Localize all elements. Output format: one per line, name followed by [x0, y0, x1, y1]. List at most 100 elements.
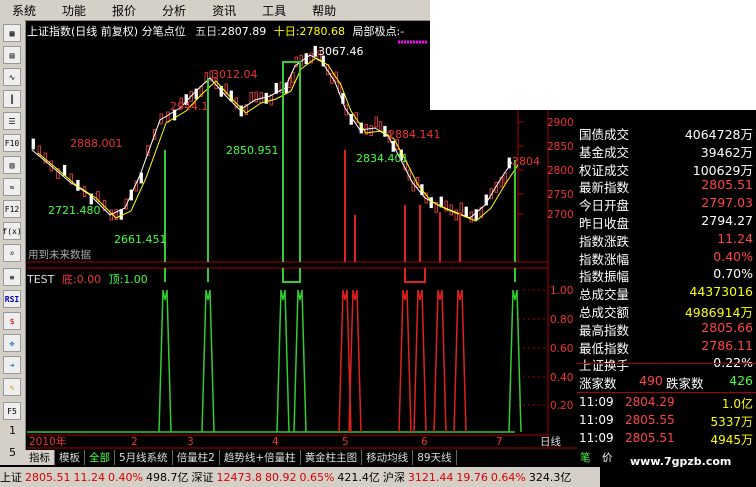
tick-button[interactable]: 笔: [580, 450, 591, 465]
indicator-box: [404, 268, 426, 283]
price-label-2944: 2944.1: [170, 100, 209, 113]
tab-5month[interactable]: 5月线系统: [115, 450, 173, 465]
tab-golden-bar[interactable]: 黄金柱主图: [301, 450, 363, 465]
info-row: 总成交额 4986914万: [577, 302, 756, 320]
indicator-bottom-spike: [276, 289, 290, 433]
status-item: 0.40%: [108, 470, 143, 484]
price-label-2834: 2834.401: [356, 152, 409, 165]
candle: [166, 111, 170, 123]
price-label-2850: 2850.951: [226, 144, 279, 157]
candle: [254, 91, 258, 103]
tab-89day[interactable]: 89天线: [413, 450, 457, 465]
tab-indicator[interactable]: 指标: [25, 450, 55, 465]
divider: [577, 392, 756, 393]
info-value: 2794.27: [701, 213, 753, 228]
month-label-2: 2: [131, 436, 138, 448]
indicator-top-spike: [413, 289, 427, 433]
status-item: 0.64%: [490, 470, 526, 484]
status-item: 421.4亿: [337, 471, 380, 484]
tab-double-volume[interactable]: 倍量柱2: [173, 450, 220, 465]
candle: [291, 71, 295, 83]
info-value: 11.24: [717, 230, 753, 246]
tick-price: 2805.51: [625, 431, 675, 445]
info-key: 今日开盘: [579, 198, 630, 214]
price-label-2721: 2721.480: [48, 204, 101, 217]
info-row: 最高指数 2805.66: [577, 320, 756, 338]
indicator-bottom-spike: [201, 289, 215, 433]
indicator-top-value: 1.00: [123, 273, 148, 286]
period-label: 日线: [540, 435, 561, 448]
status-item: 498.7亿: [145, 471, 189, 484]
chart-title: 上证指数(日线 前复权) 分笔点位 五日:2807.89 十日:2780.68 …: [27, 23, 404, 39]
y-tick-label: 2700: [547, 209, 574, 221]
month-label-6: 6: [421, 436, 428, 448]
indicator-bottom-spike: [508, 289, 522, 433]
price-label-2884: 2884.141: [388, 128, 441, 141]
indicator-top-label: 顶:: [108, 273, 124, 286]
y-tick-label: 2750: [547, 189, 574, 201]
year-label: 2010年: [29, 435, 66, 448]
info-value: 2805.66: [701, 319, 753, 335]
tab-moving-average[interactable]: 移动均线: [362, 450, 414, 465]
status-item: 深证: [191, 471, 214, 484]
tab-all[interactable]: 全部: [85, 450, 115, 465]
indicator-box: [282, 268, 301, 283]
candle: [369, 125, 373, 137]
indicator-top-spike: [453, 289, 467, 433]
info-value: 4064728万: [684, 127, 753, 142]
info-value: 39462万: [700, 144, 753, 160]
indicator-top-spike: [433, 289, 447, 433]
tick-time: 11:09: [579, 395, 614, 409]
status-item: 80.92: [264, 470, 297, 484]
price-button[interactable]: 价: [602, 450, 613, 465]
future-data-text: 用到未来数据: [28, 248, 91, 261]
candle: [378, 121, 383, 133]
info-row: 今日开盘 2797.03: [577, 195, 756, 213]
info-value: 2797.03: [701, 195, 753, 211]
price-label-3012: 3012.04: [212, 68, 258, 81]
info-row: 昨日收盘 2794.27: [577, 213, 756, 231]
info-row: 国债成交 4064728万: [577, 124, 756, 142]
status-item: 沪深: [382, 471, 405, 484]
divider: [577, 363, 756, 364]
indicator-title: TEST 底:0.00 顶:1.00: [27, 271, 148, 287]
info-row: 基金成交 39462万: [577, 142, 756, 160]
indicator-y-label: 0.20: [550, 400, 573, 412]
indicator-y-label: 0.40: [550, 372, 573, 384]
tick-row: 11:09 2805.51 4945万: [577, 431, 756, 449]
status-item: 11.24: [73, 470, 106, 484]
tab-template[interactable]: 模板: [55, 450, 85, 465]
month-label-5: 5: [342, 436, 349, 448]
info-key: 总成交量: [579, 287, 630, 303]
status-item: 2805.51: [25, 470, 71, 484]
info-row: 指数涨跌 11.24: [577, 231, 756, 249]
candle: [62, 164, 67, 176]
y-tick-label: 2850: [547, 141, 574, 153]
tick-time: 11:09: [579, 431, 614, 445]
tick-volume: 5337万: [710, 415, 753, 429]
info-value: 0.40%: [713, 248, 753, 264]
info-key: 指数振幅: [579, 269, 630, 285]
info-value: 2786.11: [701, 337, 753, 353]
info-key: 上证换手: [579, 358, 630, 374]
info-row: 指数振幅 0.70%: [577, 266, 756, 284]
info-row: 最低指数 2786.11: [577, 338, 756, 356]
info-row: 最新指数 2805.51: [577, 177, 756, 195]
ma10-label: 十日:: [273, 25, 300, 38]
info-key: 国债成交: [579, 127, 630, 142]
info-key: 最低指数: [579, 340, 630, 356]
info-key: 基金成交: [579, 144, 630, 160]
status-item: 0.65%: [299, 470, 335, 484]
indicator-y-label: 1.00: [550, 285, 573, 297]
extreme-label: 局部极点:-: [352, 25, 405, 38]
status-item: 324.3亿: [528, 471, 572, 484]
watermark: www.7gpzb.com: [630, 455, 732, 468]
tab-trendline[interactable]: 趋势线+倍量柱: [220, 450, 301, 465]
info-key: 指数涨幅: [579, 251, 630, 267]
chart-name: 上证指数(日线 前复权) 分笔点位: [27, 25, 186, 38]
tick-price: 2804.29: [625, 395, 675, 409]
tick-time: 11:09: [579, 413, 614, 427]
price-label-2661: 2661.451: [114, 233, 167, 246]
month-label-4: 4: [272, 436, 279, 448]
candle: [459, 202, 463, 214]
